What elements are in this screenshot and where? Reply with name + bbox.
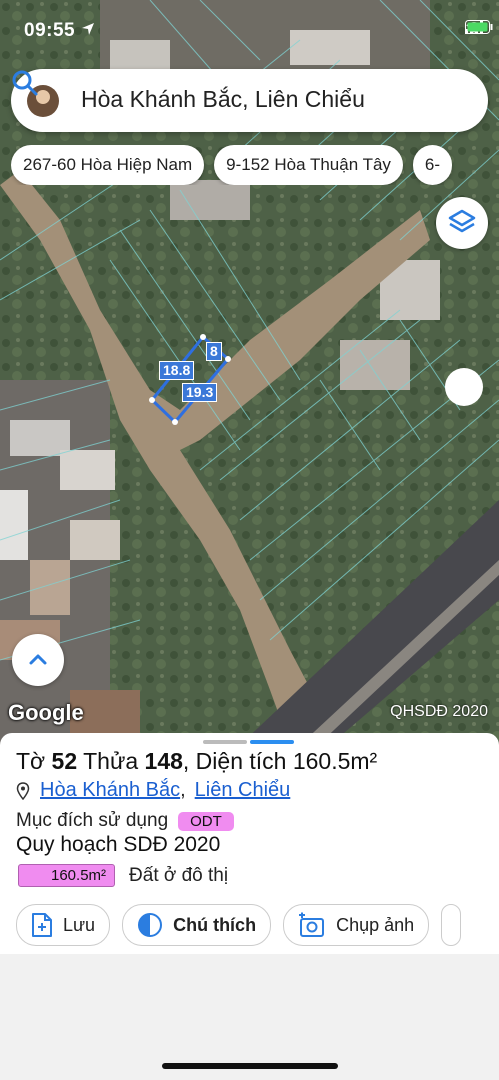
save-label: Lưu: [63, 914, 96, 935]
add-photo-icon: [299, 912, 325, 937]
google-logo: Google: [8, 700, 84, 725]
map-layer-name: QHSDĐ 2020: [390, 703, 488, 720]
recent-chip[interactable]: 267-60 Hòa Hiệp Nam: [11, 145, 205, 185]
district-link[interactable]: Liên Chiểu: [195, 779, 291, 802]
more-action-button[interactable]: [441, 904, 462, 946]
contrast-icon: [138, 913, 163, 937]
search-bar[interactable]: Hòa Khánh Bắc, Liên Chiểu: [11, 69, 488, 132]
add-file-icon: [32, 913, 52, 937]
page-indicator: [203, 740, 294, 744]
recent-chips: 267-60 Hòa Hiệp Nam 9-152 Hòa Thuận Tây …: [11, 145, 499, 185]
layers-icon: [448, 209, 476, 233]
area-text: , Diện tích 160.5m²: [182, 748, 378, 774]
expand-button[interactable]: [12, 634, 64, 686]
plan-area-row: 160.5m² Đất ở đô thị: [18, 864, 228, 887]
dimension-label: 8: [206, 342, 222, 361]
plan-area-description: Đất ở đô thị: [129, 864, 229, 886]
parcel-title: Tờ 52 Thửa 148, Diện tích 160.5m²: [16, 748, 377, 775]
status-time: 09:55: [24, 20, 76, 41]
photo-label: Chụp ảnh: [336, 914, 415, 935]
title-prefix: Tờ: [16, 748, 52, 774]
parcel-location: Hòa Khánh Bắc, Liên Chiểu: [16, 779, 290, 802]
title-mid: Thửa: [77, 748, 145, 774]
map-marker[interactable]: [445, 368, 483, 406]
search-query[interactable]: Hòa Khánh Bắc, Liên Chiểu: [81, 86, 365, 113]
location-separator: ,: [180, 779, 186, 801]
chevron-up-icon: [29, 654, 47, 665]
recent-chip[interactable]: 9-152 Hòa Thuận Tây: [214, 145, 403, 185]
layers-button[interactable]: [436, 197, 488, 249]
search-icon[interactable]: [11, 69, 39, 97]
legend-label: Chú thích: [173, 914, 257, 935]
photo-button[interactable]: Chụp ảnh: [283, 904, 430, 946]
status-bar: 09:55: [0, 0, 499, 60]
legend-button[interactable]: Chú thích: [122, 904, 272, 946]
plan-title: Quy hoạch SDĐ 2020: [16, 833, 221, 856]
page-dot: [203, 740, 247, 744]
ward-link[interactable]: Hòa Khánh Bắc: [40, 779, 180, 802]
plan-area-badge: 160.5m²: [18, 864, 116, 887]
dimension-label: 18.8: [159, 361, 195, 380]
parcel-number: 148: [144, 748, 183, 774]
sheet-number: 52: [51, 748, 78, 774]
bottom-area: [0, 954, 499, 1080]
recent-chip[interactable]: 6-: [412, 145, 453, 185]
purpose-label: Mục đích sử dụng: [16, 810, 169, 831]
purpose-badge: ODT: [178, 811, 234, 831]
map-view[interactable]: 18.8 8 19.3 09:55 Hòa Khánh Bắc, Liên Ch…: [0, 0, 499, 745]
location-pin-icon: [16, 781, 30, 800]
land-purpose-row: Mục đích sử dụng ODT: [16, 810, 234, 832]
dimension-label: 19.3: [182, 383, 218, 402]
save-button[interactable]: Lưu: [16, 904, 111, 946]
home-indicator[interactable]: [162, 1063, 338, 1069]
page-dot-active: [250, 740, 294, 744]
action-buttons: Lưu Chú thích Chụp ảnh: [16, 904, 462, 946]
